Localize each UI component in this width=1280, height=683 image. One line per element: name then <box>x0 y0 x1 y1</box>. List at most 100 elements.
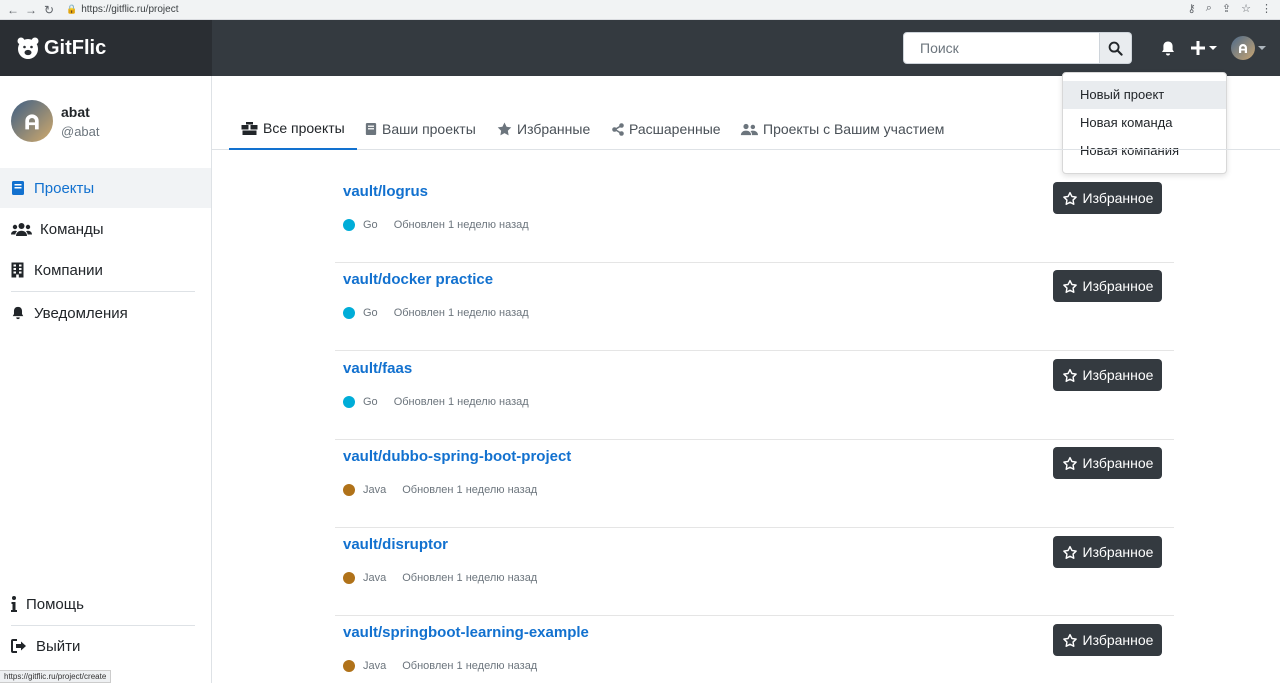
project-link[interactable]: vault/dubbo-spring-boot-project <box>343 448 571 465</box>
users-icon <box>740 123 758 135</box>
sidebar-item-label: Проекты <box>34 179 95 197</box>
menu-icon[interactable]: ⋮ <box>1261 2 1272 15</box>
project-language: Java <box>363 484 387 496</box>
search-icon <box>1108 41 1123 56</box>
sidebar-item-projects[interactable]: Проекты <box>0 168 211 208</box>
sidebar-item-label: Команды <box>40 220 104 238</box>
tab-shared[interactable]: Расшаренные <box>612 108 721 150</box>
notifications-button[interactable] <box>1160 40 1176 57</box>
user-name: abat <box>61 103 90 120</box>
project-updated: Обновлен 1 неделю назад <box>393 396 529 408</box>
project-item: vault/springboot-learning-example Java О… <box>335 616 1174 683</box>
project-item: vault/disruptor Java Обновлен 1 неделю н… <box>335 528 1174 616</box>
language-dot <box>343 484 355 496</box>
project-item: vault/docker practice Go Обновлен 1 неде… <box>335 263 1174 351</box>
favorite-label: Избранное <box>1082 278 1154 294</box>
project-link[interactable]: vault/disruptor <box>343 536 448 553</box>
project-item: vault/logrus Go Обновлен 1 неделю назад … <box>335 175 1174 263</box>
tab-favorites[interactable]: Избранные <box>497 108 590 150</box>
project-link[interactable]: vault/logrus <box>343 183 428 200</box>
search-input[interactable] <box>903 32 1100 64</box>
tab-your-projects[interactable]: Ваши проекты <box>365 108 476 150</box>
bookmark-star-icon[interactable]: ☆ <box>1241 2 1251 15</box>
info-icon <box>11 596 17 612</box>
top-navbar: GitFlic <box>0 20 1280 76</box>
sidebar-item-notifications[interactable]: Уведомления <box>0 293 211 333</box>
menu-item-new-project[interactable]: Новый проект <box>1063 81 1226 109</box>
project-link[interactable]: vault/faas <box>343 360 412 377</box>
address-bar[interactable]: https://gitflic.ru/project <box>81 4 178 15</box>
key-icon[interactable]: ⚷ <box>1188 2 1196 15</box>
sidebar: abat @abat Проекты Команды Компании Увед… <box>0 76 212 683</box>
favorite-button[interactable]: Избранное <box>1053 182 1162 214</box>
project-item: vault/faas Go Обновлен 1 неделю назад Из… <box>335 352 1174 440</box>
project-updated: Обновлен 1 неделю назад <box>402 484 538 496</box>
sidebar-item-logout[interactable]: Выйти <box>0 626 211 666</box>
bell-icon <box>1162 41 1174 55</box>
sidebar-item-companies[interactable]: Компании <box>0 250 211 290</box>
share-icon <box>612 122 624 136</box>
sidebar-item-help[interactable]: Помощь <box>0 584 211 624</box>
tab-label: Ваши проекты <box>382 121 476 137</box>
user-profile[interactable]: abat @abat <box>11 100 100 142</box>
star-outline-icon <box>1062 456 1077 470</box>
share-page-icon[interactable]: ⇪ <box>1222 2 1231 15</box>
avatar <box>11 100 53 142</box>
favorite-button[interactable]: Избранное <box>1053 624 1162 656</box>
search-form <box>903 32 1132 64</box>
bear-logo-icon <box>17 37 39 59</box>
link-preview-status: https://gitflic.ru/project/create <box>0 670 112 683</box>
sidebar-item-label: Выйти <box>36 637 81 655</box>
brand-logo[interactable]: GitFlic <box>0 20 212 76</box>
book-icon <box>12 181 24 195</box>
project-item: vault/dubbo-spring-boot-project Java Обн… <box>335 440 1174 528</box>
language-dot <box>343 660 355 672</box>
sidebar-divider <box>11 291 195 292</box>
forward-icon[interactable]: → <box>22 3 40 17</box>
favorite-button[interactable]: Избранное <box>1053 447 1162 479</box>
project-updated: Обновлен 1 неделю назад <box>393 307 529 319</box>
reload-icon[interactable]: ↻ <box>40 3 58 17</box>
user-handle: @abat <box>61 123 100 139</box>
search-button[interactable] <box>1100 32 1132 64</box>
create-menu-button[interactable] <box>1190 40 1217 56</box>
chevron-down-icon <box>1209 46 1217 50</box>
tab-label: Проекты с Вашим участием <box>763 121 945 137</box>
user-menu-button[interactable] <box>1231 36 1266 60</box>
project-link[interactable]: vault/docker practice <box>343 271 493 288</box>
favorite-button[interactable]: Избранное <box>1053 359 1162 391</box>
favorite-label: Избранное <box>1082 544 1154 560</box>
plus-icon <box>1191 41 1205 55</box>
language-dot <box>343 307 355 319</box>
project-language: Go <box>363 219 378 231</box>
project-link[interactable]: vault/springboot-learning-example <box>343 624 589 641</box>
tab-all-projects[interactable]: Все проекты <box>229 108 357 150</box>
star-outline-icon <box>1062 545 1077 559</box>
avatar-letter-icon <box>1239 44 1247 53</box>
sidebar-item-label: Компании <box>34 261 103 279</box>
avatar-letter-icon <box>25 114 39 130</box>
project-updated: Обновлен 1 неделю назад <box>402 572 538 584</box>
project-language: Go <box>363 396 378 408</box>
zoom-icon[interactable]: ⌕ <box>1206 2 1212 15</box>
favorite-button[interactable]: Избранное <box>1053 270 1162 302</box>
avatar <box>1231 36 1255 60</box>
project-updated: Обновлен 1 неделю назад <box>393 219 529 231</box>
favorite-label: Избранное <box>1082 367 1154 383</box>
back-icon[interactable]: ← <box>4 3 22 17</box>
users-icon <box>11 222 32 236</box>
project-tabs: Все проекты Ваши проекты Избранные Расша… <box>212 108 1280 150</box>
tab-participating-projects[interactable]: Проекты с Вашим участием <box>740 108 944 150</box>
project-language: Java <box>363 572 387 584</box>
favorite-label: Избранное <box>1082 632 1154 648</box>
book-icon <box>365 123 377 135</box>
star-outline-icon <box>1062 279 1077 293</box>
star-icon <box>497 122 512 136</box>
tab-label: Избранные <box>517 121 591 137</box>
chevron-down-icon <box>1258 46 1266 50</box>
sidebar-item-teams[interactable]: Команды <box>0 209 211 249</box>
building-icon <box>11 262 24 278</box>
favorite-button[interactable]: Избранное <box>1053 536 1162 568</box>
language-dot <box>343 219 355 231</box>
sign-out-icon <box>11 639 26 653</box>
